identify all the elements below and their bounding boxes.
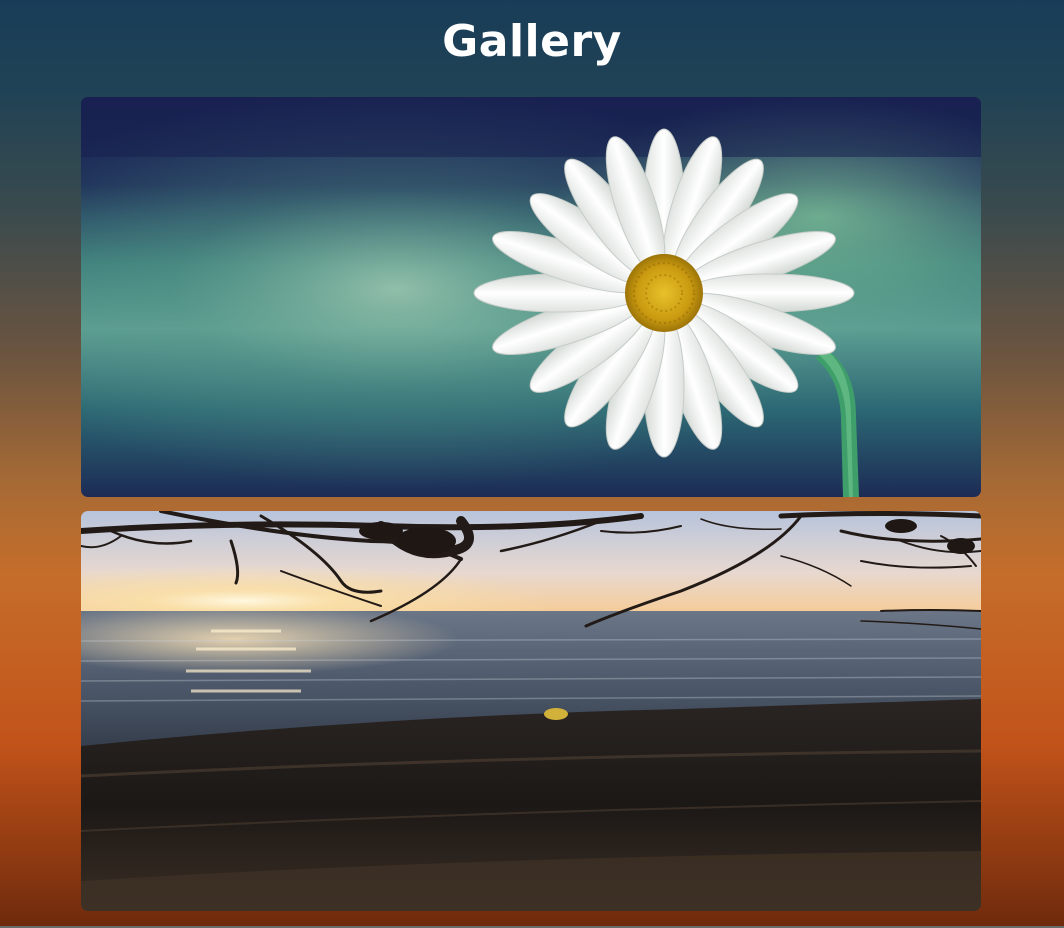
- gallery-image-daisy[interactable]: [81, 97, 981, 497]
- gallery-page: { "page": { "title": "Gallery" }, "galle…: [0, 0, 1064, 928]
- daisy-image: [81, 97, 981, 497]
- sunset-image: [81, 511, 981, 911]
- page-title: Gallery: [442, 16, 622, 67]
- gallery-image-sunset[interactable]: [81, 511, 981, 911]
